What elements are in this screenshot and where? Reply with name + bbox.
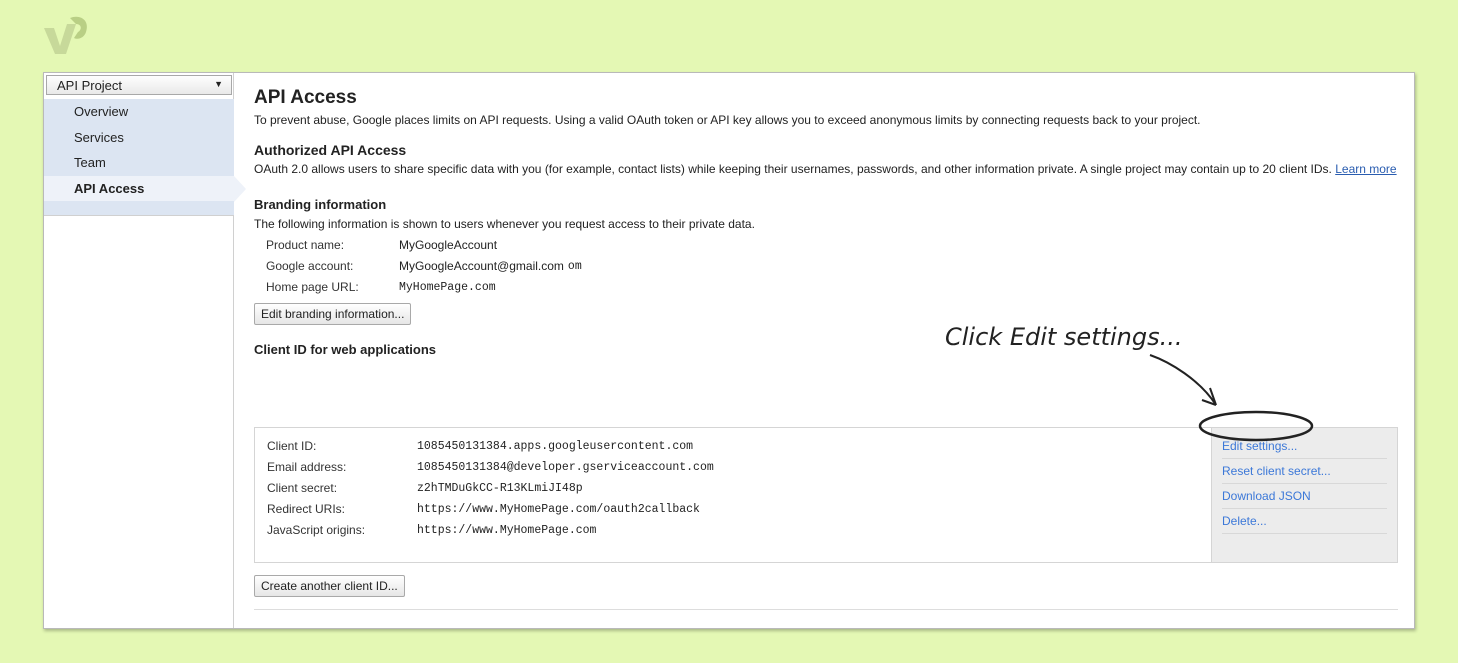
annotation-text: Click Edit settings... — [945, 323, 1183, 351]
branding-row: Google account: MyGoogleAccount@gmail.co… — [266, 256, 1400, 277]
client-details: Client ID: 1085450131384.apps.googleuser… — [267, 436, 714, 541]
learn-more-link[interactable]: Learn more — [1335, 162, 1396, 176]
client-secret-value: z2hTMDuGkCC-R13KLmiJI48p — [417, 482, 583, 495]
authorized-description: OAuth 2.0 allows users to share specific… — [254, 162, 1332, 176]
create-client-id-button[interactable]: Create another client ID... — [254, 575, 405, 597]
branding-row: Home page URL: MyHomePage.com — [266, 277, 1400, 298]
sidebar-nav: Overview Services Team API Access — [44, 99, 246, 215]
sidebar-item-overview[interactable]: Overview — [44, 99, 234, 125]
project-select[interactable]: API Project ▼ — [46, 75, 232, 95]
product-name-value: MyGoogleAccount — [399, 238, 498, 252]
client-id-label: Client ID: — [267, 439, 317, 453]
client-row: JavaScript origins: https://www.MyHomePa… — [267, 520, 714, 541]
logo — [40, 10, 90, 58]
javascript-origins-label: JavaScript origins: — [267, 523, 366, 537]
client-secret-label: Client secret: — [267, 481, 338, 495]
branding-row: Product name: MyGoogleAccount — [266, 235, 1400, 256]
branding-heading: Branding information — [254, 197, 387, 212]
google-account-label: Google account: — [266, 259, 354, 273]
home-page-url-value: MyHomePage.com — [399, 281, 496, 294]
client-row: Redirect URIs: https://www.MyHomePage.co… — [267, 499, 714, 520]
edit-branding-button[interactable]: Edit branding information... — [254, 303, 412, 325]
reset-client-secret-link[interactable]: Reset client secret... — [1222, 459, 1387, 484]
sidebar-divider — [44, 215, 234, 216]
sidebar-item-services[interactable]: Services — [44, 125, 234, 151]
email-address-label: Email address: — [267, 460, 347, 474]
delete-link[interactable]: Delete... — [1222, 509, 1387, 534]
sidebar: API Project ▼ Overview Services Team API… — [44, 73, 246, 628]
branding-section: Branding information The following infor… — [254, 197, 1400, 325]
google-account-extra: om — [567, 260, 582, 273]
authorized-heading: Authorized API Access — [254, 142, 407, 158]
client-row: Email address: 1085450131384@developer.g… — [267, 457, 714, 478]
product-name-label: Product name: — [266, 238, 345, 252]
callout-arrow-icon — [1149, 354, 1314, 442]
divider — [254, 609, 1398, 610]
project-select-label: API Project — [57, 78, 123, 93]
authorized-text: OAuth 2.0 allows users to share specific… — [254, 161, 1400, 177]
sidebar-item-team[interactable]: Team — [44, 150, 234, 176]
download-json-link[interactable]: Download JSON — [1222, 484, 1387, 509]
redirect-uris-label: Redirect URIs: — [267, 502, 346, 516]
main-content: API Access To prevent abuse, Google plac… — [254, 87, 1400, 610]
branding-text: The following information is shown to us… — [254, 217, 755, 231]
page-description: To prevent abuse, Google places limits o… — [254, 113, 1201, 127]
branding-list: Product name: MyGoogleAccount Google acc… — [254, 235, 1400, 298]
email-address-value: 1085450131384@developer.gserviceaccount.… — [417, 461, 714, 474]
javascript-origins-value: https://www.MyHomePage.com — [417, 524, 597, 537]
client-row: Client secret: z2hTMDuGkCC-R13KLmiJI48p — [267, 478, 714, 499]
sidebar-item-api-access[interactable]: API Access — [44, 175, 246, 201]
redirect-uris-value: https://www.MyHomePage.com/oauth2callbac… — [417, 503, 700, 516]
home-page-url-label: Home page URL: — [266, 280, 359, 294]
client-id-value: 1085450131384.apps.googleusercontent.com — [417, 440, 694, 453]
page-title: API Access — [254, 87, 357, 108]
dropdown-arrow-icon: ▼ — [214, 79, 223, 89]
client-row: Client ID: 1085450131384.apps.googleuser… — [267, 436, 714, 457]
google-account-value: MyGoogleAccount@gmail.com — [399, 259, 564, 273]
